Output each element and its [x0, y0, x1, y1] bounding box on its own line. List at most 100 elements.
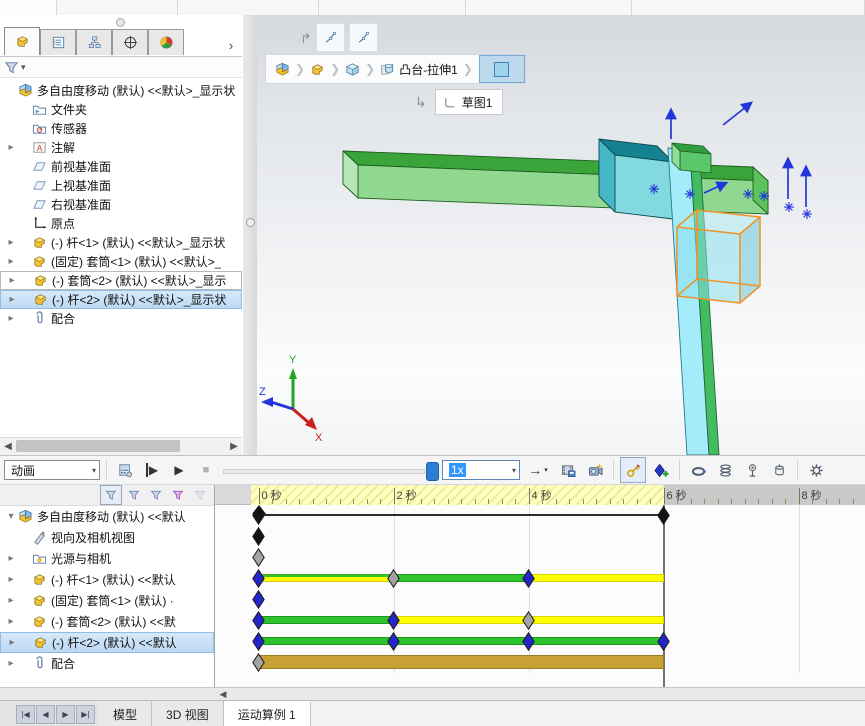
tree-item[interactable]: ▸光源与相机	[0, 548, 214, 569]
spring-button[interactable]	[713, 458, 737, 482]
filter-all-button[interactable]	[100, 485, 122, 505]
tree-item[interactable]: ▾多自由度移动 (默认) <<默认	[0, 506, 214, 527]
filter-selected-button[interactable]	[168, 486, 188, 504]
expand-arrow-icon[interactable]: ▸	[4, 595, 18, 606]
next-tab-icon[interactable]: ▶	[56, 705, 75, 724]
cmd-tab[interactable]	[57, 0, 178, 15]
tree-item[interactable]: ▸(-) 杆<2> (默认) <<默认>_显示状	[0, 290, 242, 309]
tab-featuremanager[interactable]	[4, 27, 40, 55]
filter-results-button[interactable]	[190, 486, 210, 504]
scroll-right-icon[interactable]: ▶	[226, 438, 242, 454]
timebar-gold[interactable]	[259, 655, 664, 669]
keypoint-blue[interactable]	[252, 611, 265, 630]
scroll-thumb[interactable]	[16, 440, 180, 452]
expand-arrow-icon[interactable]: ▸	[5, 637, 19, 648]
orientation-track[interactable]	[215, 526, 865, 547]
study-properties-button[interactable]	[804, 458, 828, 482]
feature-tree-hscrollbar[interactable]: ◀ ▶	[0, 437, 242, 455]
tree-item[interactable]: 上视基准面	[0, 176, 242, 195]
keypoint-gray[interactable]	[522, 611, 535, 630]
keypoint-blue[interactable]	[657, 632, 670, 651]
prev-tab-icon[interactable]: ◀	[36, 705, 55, 724]
tree-item[interactable]: ▸(-) 套筒<2> (默认) <<默	[0, 611, 214, 632]
filter-driving-button[interactable]	[146, 486, 166, 504]
tree-item[interactable]: ▸(固定) 套筒<1> (默认) <<默认>_	[0, 252, 242, 271]
motor-button[interactable]	[686, 458, 710, 482]
keypoint-blue[interactable]	[252, 569, 265, 588]
cmd-tab[interactable]	[319, 0, 466, 15]
sleeve1-track[interactable]	[215, 589, 865, 610]
expand-arrow-icon[interactable]: ▸	[4, 574, 18, 585]
rod2-track[interactable]	[215, 631, 865, 652]
tree-item[interactable]: ▸注解	[0, 138, 242, 157]
lights-track[interactable]	[215, 547, 865, 568]
timebar-green[interactable]	[394, 574, 529, 582]
sleeve1-body[interactable]	[599, 139, 673, 219]
cmd-tab[interactable]	[466, 0, 632, 15]
keypoint-blue[interactable]	[522, 632, 535, 651]
playback-mode-button[interactable]: →▾	[523, 458, 553, 482]
tab-displaymanager[interactable]	[148, 29, 184, 55]
tree-item[interactable]: ▸配合	[0, 653, 214, 674]
expand-arrow-icon[interactable]: ▸	[4, 142, 18, 153]
tab-dimxpertmanager[interactable]	[112, 29, 148, 55]
play-button[interactable]: ▶	[167, 458, 191, 482]
add-key-button[interactable]	[649, 458, 673, 482]
cmd-tab[interactable]	[632, 0, 865, 15]
tab-configurationmanager[interactable]	[76, 29, 112, 55]
keypoint-blue[interactable]	[387, 611, 400, 630]
expand-arrow-icon[interactable]: ▸	[4, 237, 18, 248]
expand-arrow-icon[interactable]: ▸	[4, 256, 18, 267]
tree-item[interactable]: 原点	[0, 214, 242, 233]
timeline-tracks[interactable]	[215, 505, 865, 687]
assembly-track[interactable]	[215, 505, 865, 526]
keypoint-gray[interactable]	[252, 653, 265, 672]
keypoint-black[interactable]	[252, 527, 265, 546]
save-animation-button[interactable]	[556, 458, 580, 482]
keypoint-gray[interactable]	[387, 569, 400, 588]
tree-item[interactable]: ▸(-) 杆<2> (默认) <<默认	[0, 632, 214, 653]
tree-item[interactable]: 视向及相机视图	[0, 527, 214, 548]
tab-3d-views[interactable]: 3D 视图	[152, 701, 224, 726]
autokey-button[interactable]	[620, 457, 646, 483]
tabs-flyout-arrow[interactable]: ›	[222, 35, 240, 55]
filter-animated-button[interactable]	[124, 486, 144, 504]
filter-icon[interactable]: ▾	[4, 60, 26, 75]
tree-item[interactable]: ▸(-) 套筒<2> (默认) <<默认>_显示	[0, 271, 242, 290]
expand-arrow-icon[interactable]: ▸	[5, 275, 19, 286]
keypoint-blue[interactable]	[387, 632, 400, 651]
splitter-handle[interactable]	[246, 218, 255, 227]
timebar-green[interactable]	[259, 616, 394, 624]
tree-item[interactable]: 多自由度移动 (默认) <<默认>_显示状	[0, 81, 242, 100]
cmd-tab[interactable]	[178, 0, 319, 15]
tree-item[interactable]: 传感器	[0, 119, 242, 138]
expand-arrow-icon[interactable]: ▸	[4, 313, 18, 324]
playback-speed-combo[interactable]: 1x ▾	[442, 460, 520, 480]
expand-arrow-icon[interactable]: ▾	[4, 511, 18, 522]
tree-item[interactable]: 前视基准面	[0, 157, 242, 176]
tab-model[interactable]: 模型	[99, 701, 152, 726]
play-from-start-button[interactable]: ▶	[140, 458, 164, 482]
model-3d[interactable]	[257, 15, 865, 455]
last-tab-icon[interactable]: ▶|	[76, 705, 95, 724]
panel-splitter[interactable]	[243, 15, 258, 455]
keypoint-blue[interactable]	[252, 590, 265, 609]
tree-item[interactable]: 文件夹	[0, 100, 242, 119]
study-type-combo[interactable]: 动画 ▾	[4, 460, 100, 480]
keypoint-blue[interactable]	[252, 632, 265, 651]
keypoint-black[interactable]	[657, 506, 670, 525]
panel-grip[interactable]	[116, 18, 125, 27]
timebar-split[interactable]	[259, 574, 394, 582]
keypoint-blue[interactable]	[522, 569, 535, 588]
tree-item[interactable]: ▸(-) 杆<1> (默认) <<默认>_显示状	[0, 233, 242, 252]
timeline-ruler[interactable]: 0 秒2 秒4 秒6 秒8 秒	[215, 485, 865, 505]
first-tab-icon[interactable]: |◀	[16, 705, 35, 724]
rod1-track[interactable]	[215, 568, 865, 589]
expand-arrow-icon[interactable]: ▸	[4, 553, 18, 564]
expand-arrow-icon[interactable]: ▸	[4, 616, 18, 627]
expand-arrow-icon[interactable]: ▸	[5, 294, 19, 305]
stop-button[interactable]: ■	[194, 458, 218, 482]
keypoint-gray[interactable]	[252, 548, 265, 567]
damper-button[interactable]	[767, 458, 791, 482]
tree-item[interactable]: ▸(固定) 套筒<1> (默认) ·	[0, 590, 214, 611]
